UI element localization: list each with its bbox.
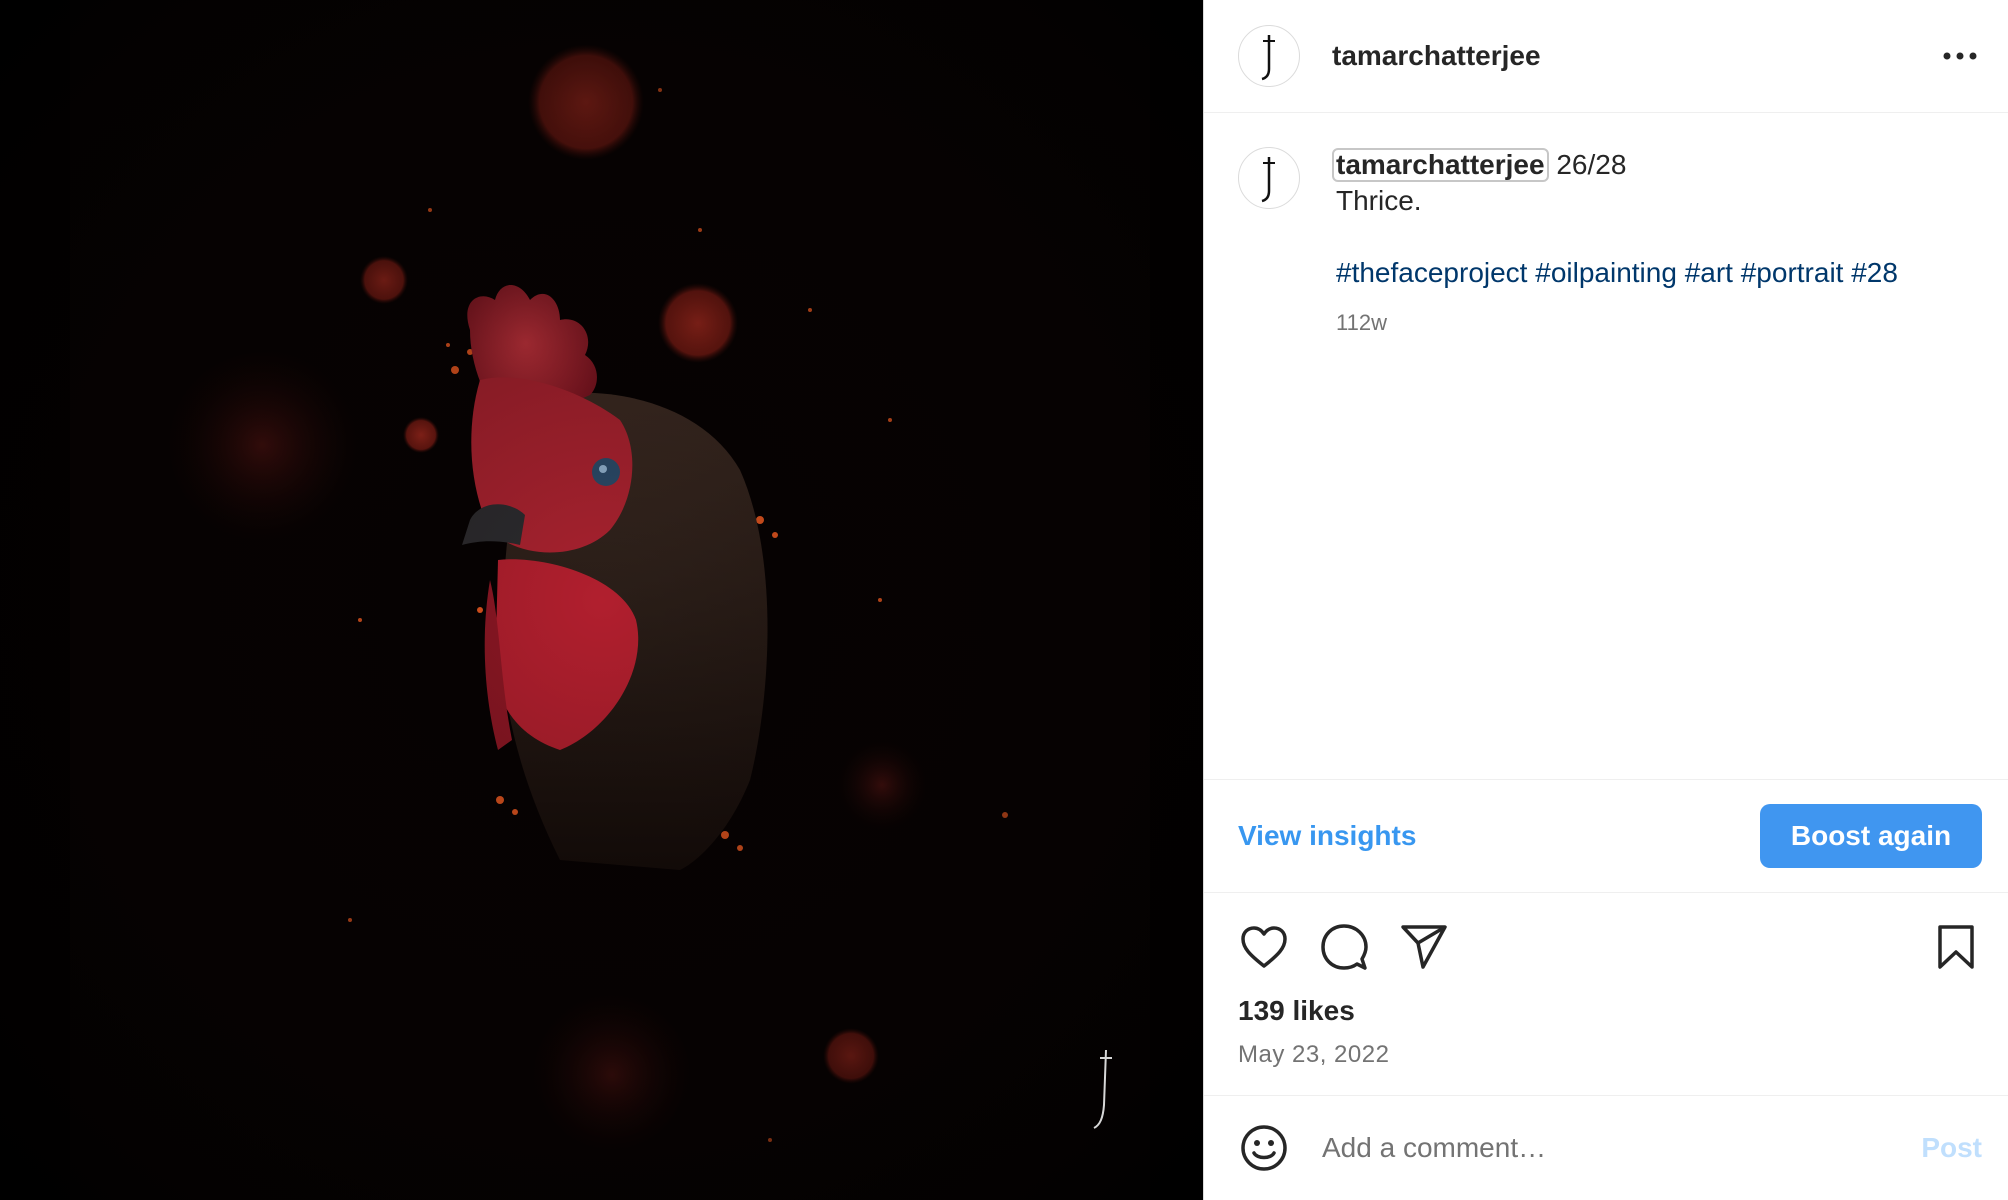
view-insights-link[interactable]: View insights bbox=[1238, 820, 1416, 852]
header-username[interactable]: tamarchatterjee bbox=[1332, 40, 1541, 72]
like-button[interactable] bbox=[1238, 921, 1290, 973]
boost-again-button[interactable]: Boost again bbox=[1760, 804, 1982, 868]
paper-plane-icon bbox=[1401, 925, 1447, 969]
caption-avatar[interactable] bbox=[1238, 147, 1300, 209]
hashtags: #thefaceproject #oilpainting #art #portr… bbox=[1336, 255, 1898, 291]
caption: tamarchatterjee 26/28 Thrice. #thefacepr… bbox=[1332, 147, 1898, 779]
more-options-button[interactable] bbox=[1936, 32, 1984, 80]
action-icon-row bbox=[1238, 921, 1982, 973]
insights-bar: View insights Boost again bbox=[1204, 779, 2008, 893]
emoji-button[interactable] bbox=[1238, 1122, 1290, 1174]
post-actions: 139 likes May 23, 2022 bbox=[1204, 893, 2008, 1095]
post-comment-button[interactable]: Post bbox=[1921, 1132, 1982, 1164]
post-date[interactable]: May 23, 2022 bbox=[1238, 1041, 1982, 1095]
dagger-logo-icon bbox=[1261, 35, 1275, 81]
caption-text: Thrice. bbox=[1336, 185, 1422, 216]
save-button[interactable] bbox=[1930, 921, 1982, 973]
caption-username[interactable]: tamarchatterjee bbox=[1332, 148, 1549, 182]
rooster-painting bbox=[0, 0, 1203, 1200]
comment-bubble-icon bbox=[1321, 924, 1368, 970]
more-options-icon bbox=[1943, 52, 1977, 60]
avatar[interactable] bbox=[1238, 25, 1300, 87]
comment-button[interactable] bbox=[1318, 921, 1370, 973]
hashtag-link[interactable]: #portrait bbox=[1741, 257, 1844, 288]
bookmark-icon bbox=[1938, 925, 1974, 969]
post-header: tamarchatterjee bbox=[1204, 0, 2008, 113]
share-button[interactable] bbox=[1398, 921, 1450, 973]
hashtag-link[interactable]: #thefaceproject bbox=[1336, 257, 1527, 288]
emoji-smile-icon bbox=[1241, 1125, 1287, 1171]
heart-icon bbox=[1241, 926, 1287, 968]
caption-counter: 26/28 bbox=[1556, 149, 1627, 180]
hashtag-link[interactable]: #28 bbox=[1851, 257, 1898, 288]
dagger-logo-icon bbox=[1261, 157, 1275, 203]
caption-area: tamarchatterjee 26/28 Thrice. #thefacepr… bbox=[1204, 113, 2008, 779]
hashtag-link[interactable]: #oilpainting bbox=[1535, 257, 1677, 288]
post-dialog: tamarchatterjee tamarchatterjee 26/28 Th… bbox=[0, 0, 2008, 1200]
comment-bar: Post bbox=[1204, 1095, 2008, 1200]
post-age[interactable]: 112w bbox=[1336, 305, 1898, 341]
post-side-panel: tamarchatterjee tamarchatterjee 26/28 Th… bbox=[1204, 0, 2008, 1200]
likes-count[interactable]: 139 likes bbox=[1238, 995, 1982, 1027]
hashtag-link[interactable]: #art bbox=[1685, 257, 1733, 288]
post-image[interactable] bbox=[0, 0, 1204, 1200]
comment-input[interactable] bbox=[1320, 1131, 1922, 1165]
